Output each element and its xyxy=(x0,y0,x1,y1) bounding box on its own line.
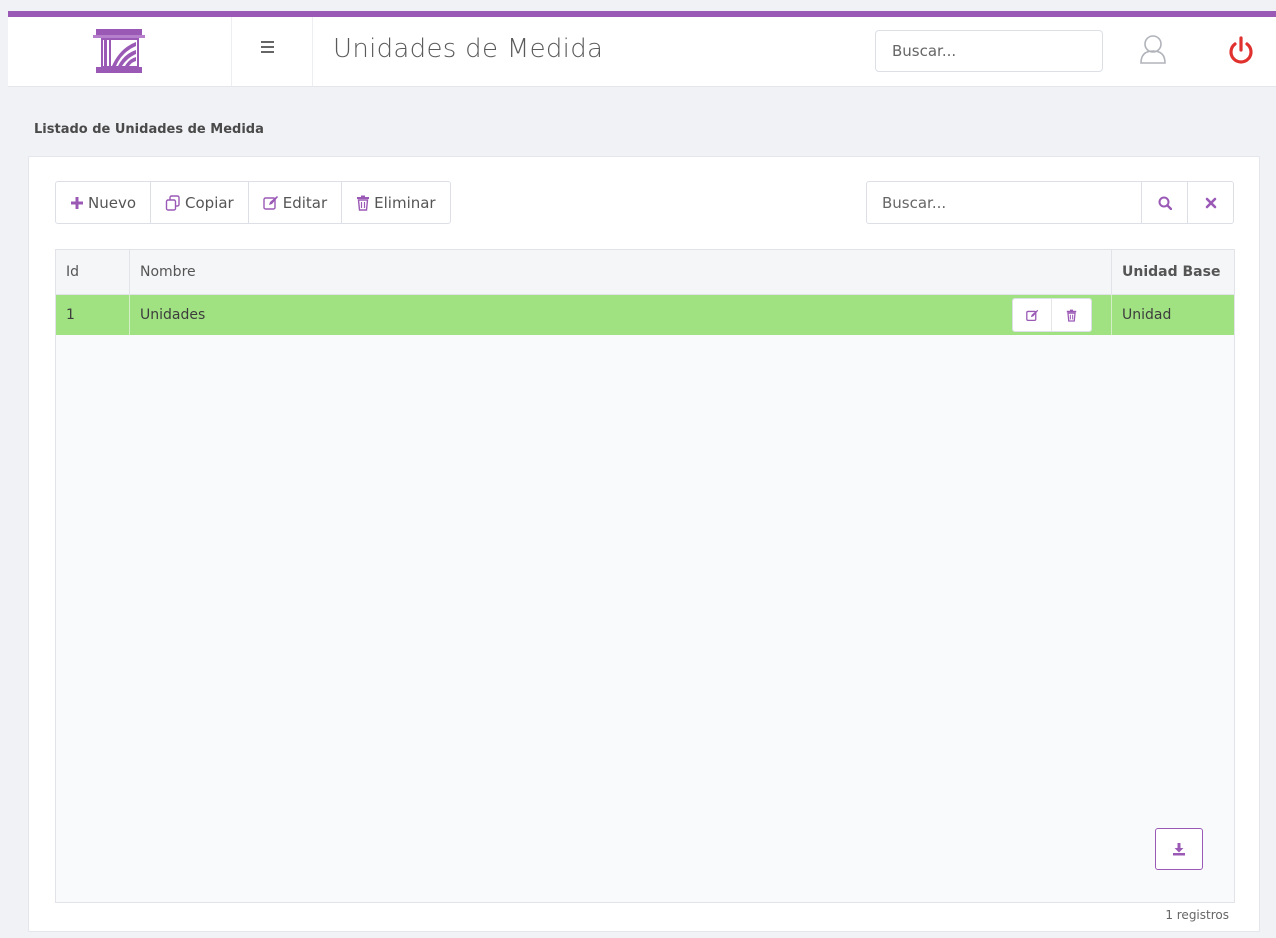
copy-button[interactable]: Copiar xyxy=(151,182,249,223)
edit-button[interactable]: Editar xyxy=(249,182,343,223)
top-navbar: Unidades de Medida xyxy=(8,17,1276,87)
row-edit-button[interactable] xyxy=(1013,299,1053,331)
toolbar-button-group: Nuevo Copiar Editar Eliminar xyxy=(55,181,451,224)
cell-nombre: Unidades xyxy=(130,295,1112,335)
plus-icon xyxy=(71,196,83,209)
top-search-input[interactable] xyxy=(875,30,1103,72)
row-delete-button[interactable] xyxy=(1052,299,1091,331)
user-icon[interactable] xyxy=(1139,34,1167,64)
grid-search-input[interactable] xyxy=(867,182,1141,223)
cell-unidad-base: Unidad xyxy=(1122,307,1172,323)
copy-button-label: Copiar xyxy=(185,193,234,212)
row-actions xyxy=(1012,298,1092,332)
edit-icon xyxy=(263,195,278,210)
trash-icon xyxy=(1066,309,1077,322)
grid-search-box xyxy=(866,181,1234,224)
list-panel: Nuevo Copiar Editar Eliminar Id Nombre U… xyxy=(28,156,1260,932)
record-count: 1 registros xyxy=(1165,908,1229,922)
export-button[interactable] xyxy=(1155,828,1203,870)
delete-button[interactable]: Eliminar xyxy=(342,182,449,223)
column-header-id[interactable]: Id xyxy=(56,250,130,294)
close-icon xyxy=(1205,197,1216,208)
page-title: Unidades de Medida xyxy=(333,34,604,64)
hamburger-menu-icon[interactable] xyxy=(261,41,275,55)
logo-area xyxy=(8,17,232,86)
section-title: Listado de Unidades de Medida xyxy=(34,122,264,137)
grid-search-clear-button[interactable] xyxy=(1187,182,1233,223)
column-header-unidad-base[interactable]: Unidad Base xyxy=(1112,250,1236,294)
pillar-logo-icon[interactable] xyxy=(92,28,146,74)
grid-search-button[interactable] xyxy=(1141,182,1187,223)
copy-icon xyxy=(165,194,180,211)
table-row[interactable]: 1 Unidades Unidad xyxy=(56,295,1234,335)
trash-icon xyxy=(357,195,370,211)
delete-button-label: Eliminar xyxy=(374,193,436,212)
new-button-label: Nuevo xyxy=(88,193,137,212)
units-table: Id Nombre Unidad Base 1 Unidades Unidad xyxy=(55,249,1235,903)
search-icon xyxy=(1158,196,1172,210)
menu-toggle-area xyxy=(232,17,313,86)
table-header: Id Nombre Unidad Base xyxy=(56,250,1234,295)
new-button[interactable]: Nuevo xyxy=(56,182,152,223)
power-icon[interactable] xyxy=(1226,36,1256,66)
download-icon xyxy=(1173,843,1185,856)
edit-icon xyxy=(1025,309,1038,321)
column-header-nombre[interactable]: Nombre xyxy=(130,250,1112,294)
cell-id: 1 xyxy=(56,295,130,335)
edit-button-label: Editar xyxy=(282,193,328,212)
